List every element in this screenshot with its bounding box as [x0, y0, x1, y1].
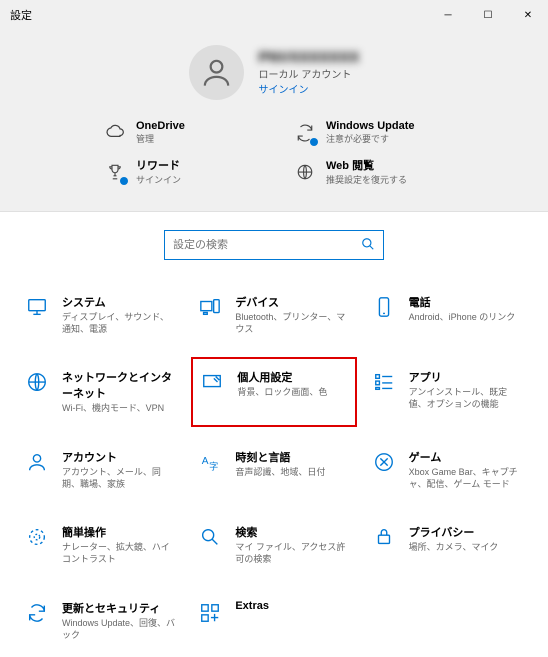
category-privacy[interactable]: プライバシー場所、カメラ、マイク — [365, 518, 530, 571]
search-wrap — [0, 212, 548, 278]
network-icon — [24, 369, 50, 395]
category-title: 時刻と言語 — [235, 449, 325, 465]
category-apps[interactable]: アプリアンインストール、既定値、オプションの機能 — [365, 363, 530, 421]
category-personalize[interactable]: 個人用設定背景、ロック画面、色 — [191, 357, 356, 427]
quick-title: OneDrive — [136, 120, 185, 132]
quick-sub: 管理 — [136, 132, 185, 145]
category-sub: ディスプレイ、サウンド、通知、電源 — [62, 312, 177, 335]
category-sub: Bluetooth、プリンター、マウス — [235, 312, 350, 335]
category-title: デバイス — [235, 294, 350, 310]
svg-text:A: A — [202, 456, 209, 467]
avatar — [189, 45, 244, 100]
user-name: PNVXXXXXXX — [259, 49, 360, 66]
quick-title: Web 閲覧 — [326, 157, 407, 173]
category-title: ネットワークとインターネット — [62, 369, 177, 401]
category-sub: 場所、カメラ、マイク — [409, 542, 499, 554]
phone-icon — [371, 294, 397, 320]
quick-title: リワード — [136, 157, 181, 173]
user-info: PNVXXXXXXX ローカル アカウント サインイン — [259, 49, 360, 96]
account-icon — [24, 449, 50, 475]
category-system[interactable]: システムディスプレイ、サウンド、通知、電源 — [18, 288, 183, 341]
category-sub: アカウント、メール、同期、職場、家族 — [62, 467, 177, 490]
category-title: システム — [62, 294, 177, 310]
minimize-button[interactable]: ─ — [428, 0, 468, 30]
category-sub: 背景、ロック画面、色 — [237, 387, 327, 399]
quick-item-trophy[interactable]: リワードサインイン — [104, 157, 254, 186]
category-title: プライバシー — [409, 524, 499, 540]
maximize-button[interactable]: ☐ — [468, 0, 508, 30]
search-input[interactable] — [173, 239, 361, 251]
signin-link[interactable]: サインイン — [259, 81, 360, 96]
category-account[interactable]: アカウントアカウント、メール、同期、職場、家族 — [18, 443, 183, 496]
category-sub: Wi-Fi、機内モード、VPN — [62, 403, 177, 415]
category-sub: 音声認識、地域、日付 — [235, 467, 325, 479]
svg-text:字: 字 — [209, 460, 218, 471]
category-title: 個人用設定 — [237, 369, 327, 385]
category-title: 電話 — [409, 294, 516, 310]
category-game[interactable]: ゲーム Xbox Game Bar、キャプチャ、配信、ゲーム モード — [365, 443, 530, 496]
update-icon — [24, 600, 50, 626]
ease-icon — [24, 524, 50, 550]
category-title: ゲーム — [409, 449, 524, 465]
category-title: Extras — [235, 600, 269, 612]
search-box[interactable] — [164, 230, 384, 260]
category-sub: マイ ファイル、アクセス許可の検索 — [235, 542, 350, 565]
time-icon: A字 — [197, 449, 223, 475]
category-title: アカウント — [62, 449, 177, 465]
search-icon — [361, 237, 375, 254]
category-sub: Xbox Game Bar、キャプチャ、配信、ゲーム モード — [409, 467, 524, 490]
refresh-icon — [294, 122, 316, 144]
category-title: 更新とセキュリティ — [62, 600, 177, 616]
system-icon — [24, 294, 50, 320]
category-update[interactable]: 更新とセキュリティ Windows Update、回復、バック — [18, 594, 183, 647]
category-title: 簡単操作 — [62, 524, 177, 540]
category-time[interactable]: A字時刻と言語音声認識、地域、日付 — [191, 443, 356, 496]
category-sub: ナレーター、拡大鏡、ハイコントラスト — [62, 542, 177, 565]
extras-icon — [197, 600, 223, 626]
user-icon — [199, 55, 234, 90]
user-type: ローカル アカウント — [259, 66, 360, 81]
category-grid: システムディスプレイ、サウンド、通知、電源 デバイス Bluetooth、プリンター… — [0, 278, 548, 657]
category-sub: アンインストール、既定値、オプションの機能 — [409, 387, 524, 410]
devices-icon — [197, 294, 223, 320]
quick-item-cloud[interactable]: OneDrive管理 — [104, 120, 254, 145]
category-search[interactable]: 検索マイ ファイル、アクセス許可の検索 — [191, 518, 356, 571]
category-sub: Android、iPhone のリンク — [409, 312, 516, 324]
personalize-icon — [199, 369, 225, 395]
category-sub: Windows Update、回復、バック — [62, 618, 177, 641]
window-title: 設定 — [10, 7, 428, 23]
hero-section: PNVXXXXXXX ローカル アカウント サインイン OneDrive管理 Wi… — [0, 30, 548, 212]
privacy-icon — [371, 524, 397, 550]
quick-title: Windows Update — [326, 120, 415, 132]
category-network[interactable]: ネットワークとインターネット Wi-Fi、機内モード、VPN — [18, 363, 183, 421]
quick-sub: サインイン — [136, 173, 181, 186]
window-controls: ─ ☐ ✕ — [428, 0, 548, 30]
user-block[interactable]: PNVXXXXXXX ローカル アカウント サインイン — [20, 45, 528, 100]
category-ease[interactable]: 簡単操作ナレーター、拡大鏡、ハイコントラスト — [18, 518, 183, 571]
quick-links: OneDrive管理 Windows Update注意が必要ですリワードサインイン… — [104, 120, 444, 186]
quick-sub: 注意が必要です — [326, 132, 415, 145]
category-phone[interactable]: 電話 Android、iPhone のリンク — [365, 288, 530, 341]
category-title: アプリ — [409, 369, 524, 385]
trophy-icon — [104, 161, 126, 183]
apps-icon — [371, 369, 397, 395]
category-extras[interactable]: Extras — [191, 594, 356, 647]
category-title: 検索 — [235, 524, 350, 540]
quick-sub: 推奨設定を復元する — [326, 173, 407, 186]
search-icon — [197, 524, 223, 550]
cloud-icon — [104, 122, 126, 144]
quick-item-globe[interactable]: Web 閲覧推奨設定を復元する — [294, 157, 444, 186]
category-devices[interactable]: デバイス Bluetooth、プリンター、マウス — [191, 288, 356, 341]
close-button[interactable]: ✕ — [508, 0, 548, 30]
globe-icon — [294, 161, 316, 183]
game-icon — [371, 449, 397, 475]
quick-item-refresh[interactable]: Windows Update注意が必要です — [294, 120, 444, 145]
titlebar: 設定 ─ ☐ ✕ — [0, 0, 548, 30]
